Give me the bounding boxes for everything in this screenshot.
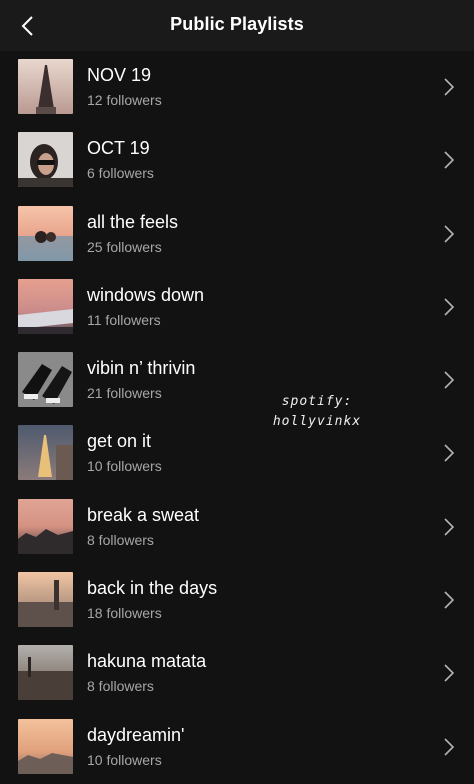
playlist-followers: 10 followers — [87, 751, 162, 768]
playlist-followers: 6 followers — [87, 165, 154, 182]
playlist-title: back in the days — [87, 578, 218, 599]
playlist-cover — [18, 425, 73, 481]
playlist-cover — [18, 572, 73, 628]
chevron-right-icon — [444, 664, 455, 682]
chevron-right-icon — [444, 518, 455, 536]
playlist-followers: 25 followers — [87, 238, 162, 255]
playlist-cover — [18, 645, 73, 701]
chevron-right-icon — [444, 371, 455, 389]
playlist-cover — [18, 278, 73, 334]
playlist-cover — [18, 718, 73, 774]
watermark: spotify: hollyvinkx — [262, 392, 372, 432]
playlist-row[interactable]: OCT 19 6 followers — [0, 124, 474, 197]
playlist-cover — [18, 59, 73, 114]
top-bar: Public Playlists — [0, 0, 474, 51]
playlist-title: vibin n’ thrivin — [87, 358, 196, 379]
playlist-title: OCT 19 — [87, 138, 150, 159]
playlist-followers: 11 followers — [87, 311, 161, 328]
playlist-title: NOV 19 — [87, 65, 152, 85]
playlist-title: daydreamin' — [87, 724, 185, 745]
playlist-followers: 12 followers — [87, 92, 162, 108]
playlist-followers: 21 followers — [87, 385, 162, 402]
playlist-row[interactable]: get on it 10 followers — [0, 417, 474, 490]
playlist-row[interactable]: vibin n’ thrivin 21 followers — [0, 344, 474, 417]
page-title: Public Playlists — [170, 14, 304, 34]
playlist-cover — [18, 352, 73, 408]
playlist-cover — [18, 205, 73, 261]
playlist-followers: 8 followers — [87, 678, 154, 695]
playlist-list: NOV 19 12 followers OCT 19 6 followers a… — [0, 51, 474, 784]
playlist-row[interactable]: windows down 11 followers — [0, 271, 474, 344]
chevron-right-icon — [444, 298, 455, 316]
playlist-cover — [18, 498, 73, 554]
watermark-line-2: hollyvinkx — [272, 414, 362, 429]
playlist-title: break a sweat — [87, 504, 200, 525]
playlist-row[interactable]: daydreamin' 10 followers — [0, 711, 474, 784]
playlist-followers: 8 followers — [87, 531, 154, 548]
playlist-title: all the feels — [87, 211, 179, 232]
playlist-title: get on it — [87, 431, 152, 452]
chevron-right-icon — [444, 225, 455, 243]
playlist-followers: 18 followers — [87, 605, 162, 622]
playlist-row[interactable]: back in the days 18 followers — [0, 564, 474, 637]
playlist-title: hakuna matata — [87, 651, 207, 672]
chevron-right-icon — [444, 444, 455, 463]
playlist-row[interactable]: all the feels 25 followers — [0, 198, 474, 271]
playlist-row[interactable]: break a sweat 8 followers — [0, 491, 474, 564]
playlist-followers: 10 followers — [87, 458, 162, 475]
playlist-row[interactable]: hakuna matata 8 followers — [0, 637, 474, 710]
chevron-right-icon — [444, 591, 455, 609]
chevron-right-icon — [444, 151, 455, 169]
playlist-title: windows down — [87, 284, 205, 305]
watermark-line-1: spotify: — [281, 394, 353, 409]
chevron-right-icon — [444, 78, 455, 96]
playlist-cover — [18, 132, 73, 188]
playlist-row[interactable]: NOV 19 12 followers — [0, 51, 474, 124]
chevron-right-icon — [444, 738, 455, 756]
